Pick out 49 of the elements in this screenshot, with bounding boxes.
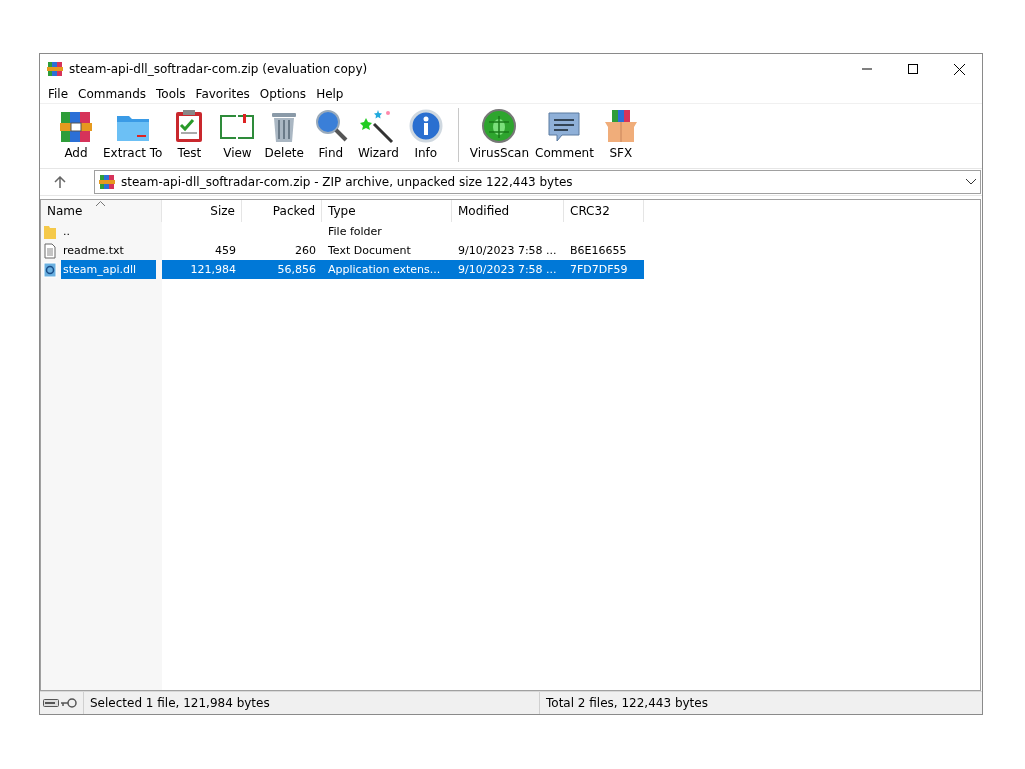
maximize-icon: [908, 64, 918, 74]
table-cell-text: File folder: [327, 224, 383, 240]
file-name: steam_api.dll: [61, 260, 156, 279]
table-cell: 7FD7DF59: [564, 260, 644, 279]
toolbar-button[interactable]: Test: [165, 104, 214, 160]
file-row[interactable]: .. File folder: [41, 222, 980, 241]
up-arrow-icon: [54, 176, 66, 188]
file-name: ..: [62, 224, 71, 240]
sort-caret-icon: [96, 201, 105, 206]
archive-icon: [99, 174, 115, 190]
table-cell-text: 9/10/2023 7:58 ...: [457, 243, 558, 259]
toolbar-button[interactable]: Extract To: [100, 104, 166, 160]
menu-item[interactable]: Commands: [73, 86, 152, 101]
chevron-down-icon: [966, 179, 976, 185]
status-text: Total 2 files, 122,443 bytes: [545, 696, 708, 710]
file-name: readme.txt: [62, 243, 125, 259]
window-title: steam-api-dll_softradar-com.zip (evaluation copy): [69, 62, 369, 76]
table-cell: 56,856: [242, 260, 322, 279]
table-cell-text: B6E16655: [569, 243, 628, 259]
box-books-icon: [602, 108, 639, 144]
toolbar-button[interactable]: SFX: [596, 104, 645, 160]
drive-icon: [43, 699, 59, 707]
table-cell: 121,984: [162, 260, 242, 279]
file-row[interactable]: steam_api.dll 121,984 56,856 Application extens... 9/10/2023 7:58 ... 7FD7DF59: [41, 260, 980, 279]
close-icon: [953, 63, 965, 75]
toolbar-button[interactable]: Wizard: [354, 104, 402, 160]
toolbar-button[interactable]: View: [213, 104, 262, 160]
menu-item[interactable]: Options: [254, 86, 312, 101]
menu-item[interactable]: Help: [311, 86, 349, 101]
table-cell: 9/10/2023 7:58 ...: [452, 260, 564, 279]
address-field[interactable]: steam-api-dll_softradar-com.zip - ZIP archive, unpacked size 122,443 bytes: [94, 170, 981, 194]
toolbar-button[interactable]: Comment: [532, 104, 597, 160]
toolbar-button[interactable]: Add: [52, 104, 100, 160]
app-icon: [47, 61, 63, 77]
menu-item[interactable]: Favorites: [190, 86, 255, 101]
toolbar-button[interactable]: Info: [401, 104, 450, 160]
info-icon: [407, 108, 444, 144]
table-cell: Application extens...: [322, 260, 452, 279]
toolbar-button[interactable]: Find: [306, 104, 355, 160]
table-cell-text: Text Document: [327, 243, 412, 259]
table-cell-text: 459: [214, 243, 237, 259]
table-cell-text: 260: [294, 243, 317, 259]
toolbar-button[interactable]: Delete: [261, 104, 307, 160]
menu-item[interactable]: File: [43, 86, 74, 101]
file-row[interactable]: readme.txt 459 260 Text Document 9/10/2023 7:58 ... B6E16655: [41, 241, 980, 260]
toolbar-button[interactable]: VirusScan: [466, 104, 533, 160]
status-text: Selected 1 file, 121,984 bytes: [84, 692, 540, 714]
menu-item[interactable]: Tools: [151, 86, 191, 101]
key-icon: [61, 698, 77, 708]
